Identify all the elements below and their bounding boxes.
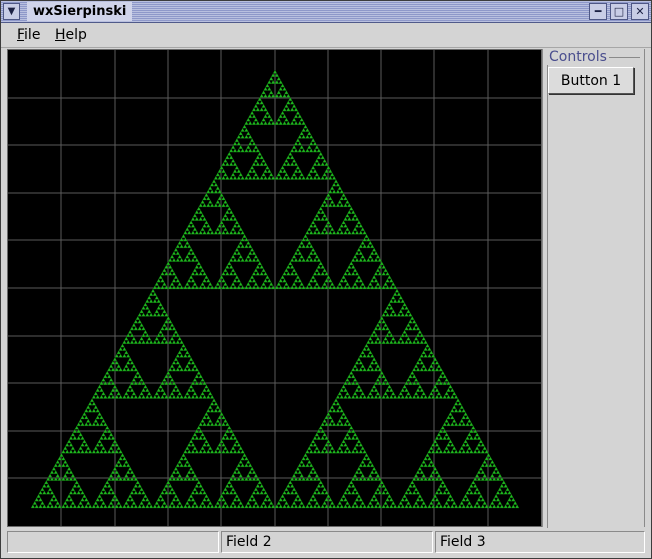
minimize-icon: ━ — [594, 5, 602, 18]
minimize-button[interactable]: ━ — [589, 3, 607, 20]
status-field-3: Field 3 — [435, 531, 645, 553]
close-button[interactable]: ✕ — [631, 3, 649, 20]
window-title: wxSierpinski — [27, 2, 133, 21]
menu-bar: File Help — [1, 23, 651, 48]
window-menu-button[interactable]: ▼ — [3, 3, 20, 20]
controls-panel — [542, 49, 645, 528]
button-1[interactable]: Button 1 — [548, 67, 634, 94]
menu-help[interactable]: Help — [55, 27, 87, 43]
status-field-1 — [7, 531, 219, 553]
close-icon: ✕ — [635, 5, 645, 18]
chevron-down-icon: ▼ — [7, 6, 16, 17]
maximize-button[interactable]: □ — [610, 3, 628, 20]
controls-group-label: Controls — [547, 49, 609, 65]
drawing-canvas[interactable] — [7, 49, 542, 527]
menu-file[interactable]: File — [17, 27, 40, 43]
status-field-2: Field 2 — [221, 531, 433, 553]
menu-file-label: ile — [24, 27, 41, 43]
app-window: ▼ wxSierpinski ━ □ ✕ File Help Controls … — [0, 0, 652, 559]
maximize-icon: □ — [613, 5, 625, 18]
menu-help-label: elp — [65, 27, 87, 43]
menu-file-mnemonic: F — [17, 27, 25, 43]
controls-group-box — [547, 57, 640, 528]
menu-help-mnemonic: H — [55, 27, 66, 43]
sierpinski-canvas — [8, 50, 541, 526]
status-bar: Field 2 Field 3 — [1, 529, 651, 558]
title-bar[interactable]: ▼ wxSierpinski ━ □ ✕ — [1, 1, 651, 23]
